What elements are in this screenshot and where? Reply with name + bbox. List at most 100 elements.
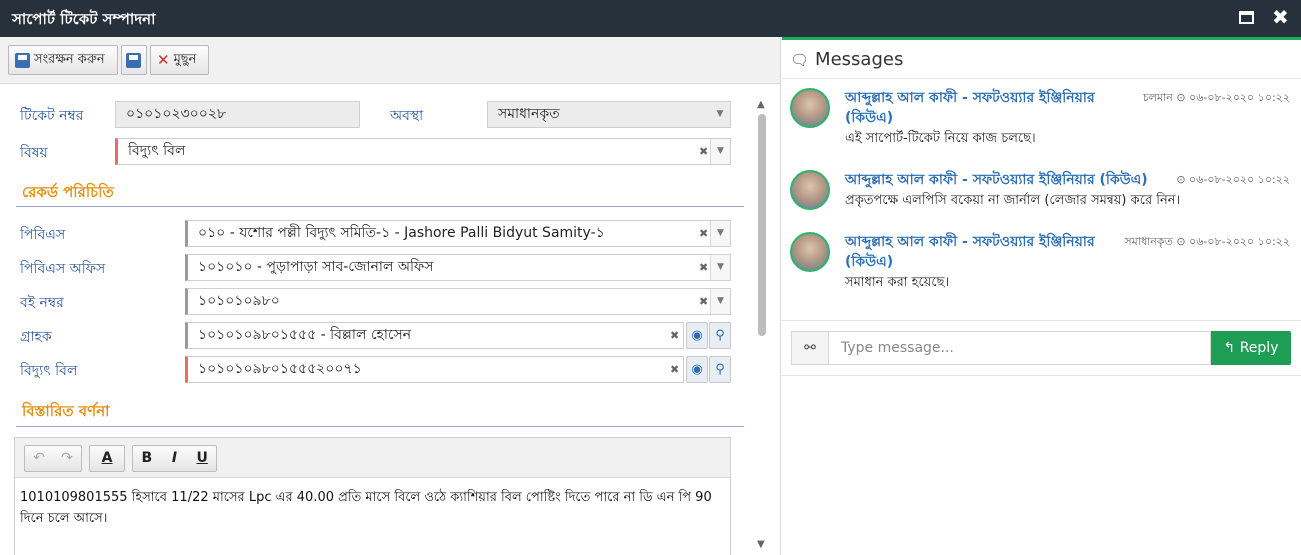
undo-icon[interactable]: ↶	[25, 446, 53, 471]
section-details: বিস্তারিত বর্ণনা	[22, 402, 110, 420]
message-text: প্রকৃতপক্ষে এলপিসি বকেয়া না জার্নাল (লে…	[845, 193, 1181, 208]
bill-value: ১০১০১০৯৮০১৫৫৫২০০৭১	[198, 361, 362, 377]
delete-button-label: মুছুন	[173, 51, 197, 67]
status-select[interactable]: সমাধানকৃত ▼	[487, 101, 731, 128]
undo-redo-group: ↶ ↷	[24, 445, 82, 472]
subject-select[interactable]: বিদ্যুৎ বিল ✖ ▼	[115, 138, 731, 165]
clear-icon[interactable]: ✖	[699, 221, 708, 246]
clear-icon[interactable]: ✖	[699, 139, 708, 164]
save-only-button[interactable]	[121, 45, 147, 75]
avatar	[790, 232, 830, 272]
scroll-up-icon[interactable]: ▲	[757, 99, 765, 110]
subject-value: বিদ্যুৎ বিল	[128, 143, 186, 159]
pbs-select[interactable]: ০১০ - যশোর পল্লী বিদ্যুৎ সমিতি-১ - Jasho…	[185, 220, 731, 247]
font-color-label: A	[101, 450, 113, 466]
delete-button[interactable]: ✕ মুছুন	[150, 45, 209, 75]
editor-content[interactable]: 1010109801555 হিসাবে 11/22 মাসের Lpc এর …	[15, 478, 730, 538]
clock-icon: ⊙	[1176, 173, 1186, 186]
pbs-label: পিবিএস	[20, 227, 66, 243]
clear-icon[interactable]: ✖	[699, 255, 708, 280]
chevron-down-icon[interactable]: ▼	[710, 221, 730, 246]
message-meta: চলমান ⊙ ০৬-০৮-২০২০ ১০:২২	[1143, 89, 1290, 108]
bill-label: বিদ্যুৎ বিল	[20, 363, 78, 379]
maximize-icon[interactable]	[1239, 11, 1254, 24]
divider	[782, 375, 1301, 376]
message-item: আব্দুল্লাহ আল কাফী - সফটওয়্যার ইঞ্জিনিয…	[790, 88, 1290, 148]
book-select[interactable]: ১০১০১০৯৮০ ✖ ▼	[185, 288, 731, 315]
bill-select[interactable]: ১০১০১০৯৮০১৫৫৫২০০৭১ ✖	[185, 356, 684, 383]
message-meta: সমাধানকৃত ⊙ ০৬-০৮-২০২০ ১০:২২	[1124, 233, 1290, 252]
divider	[782, 78, 1301, 79]
message-time: ০৬-০৮-২০২০ ১০:২২	[1189, 173, 1290, 186]
chevron-down-icon[interactable]: ▼	[710, 289, 730, 314]
customer-label: গ্রাহক	[20, 329, 52, 345]
chevron-down-icon: ▼	[716, 109, 724, 119]
message-text: সমাধান করা হয়েছে।	[845, 275, 950, 290]
bold-button[interactable]: B	[133, 446, 161, 471]
subject-label: বিষয়	[20, 145, 48, 161]
search-icon[interactable]: ⚲	[709, 322, 731, 349]
message-item: আব্দুল্লাহ আল কাফী - সফটওয়্যার ইঞ্জিনিয…	[790, 170, 1290, 220]
message-meta: ⊙ ০৬-০৮-২০২০ ১০:২২	[1176, 171, 1290, 190]
avatar	[790, 170, 830, 210]
reply-button-label: Reply	[1239, 340, 1279, 356]
save-icon	[15, 52, 30, 68]
scroll-down-icon[interactable]: ▼	[757, 539, 765, 550]
underline-button[interactable]: U	[188, 446, 216, 471]
description-editor[interactable]: ↶ ↷ A B I U 1010109801555 হিসাবে 11/22 ম…	[14, 437, 731, 555]
message-author[interactable]: আব্দুল্লাহ আল কাফী - সফটওয়্যার ইঞ্জিনিয…	[845, 88, 1105, 128]
chevron-down-icon[interactable]: ▼	[710, 139, 730, 164]
editor-toolbar: ↶ ↷ A B I U	[15, 438, 730, 478]
customer-select[interactable]: ১০১০১০৯৮০১৫৫৫ - বিল্লাল হোসেন ✖	[185, 322, 684, 349]
pbs-office-value: ১০১০১০ - পুড়াপাড়া সাব-জোনাল অফিস	[198, 259, 434, 275]
format-group: B I U	[132, 445, 217, 472]
pbs-office-label: পিবিএস অফিস	[20, 261, 106, 277]
book-label: বই নম্বর	[20, 295, 64, 311]
link-icon[interactable]: ⚯	[791, 331, 829, 365]
eye-icon[interactable]: ◉	[686, 322, 708, 349]
message-author[interactable]: আব্দুল্লাহ আল কাফী - সফটওয়্যার ইঞ্জিনিয…	[845, 170, 1165, 190]
clear-icon[interactable]: ✖	[670, 323, 679, 348]
delete-icon: ✕	[157, 51, 170, 69]
ticket-form-pane: সংরক্ষন করুন ✕ মুছুন টিকেট নম্বর ০১০১০২৩…	[0, 37, 781, 555]
chevron-down-icon[interactable]: ▼	[710, 255, 730, 280]
italic-button[interactable]: I	[161, 446, 189, 471]
reply-icon: ↰	[1223, 340, 1236, 356]
save-button[interactable]: সংরক্ষন করুন	[8, 45, 118, 75]
section-divider	[16, 426, 744, 427]
scroll-thumb[interactable]	[758, 114, 766, 336]
clear-icon[interactable]: ✖	[670, 357, 679, 382]
comments-icon: 🗨	[790, 51, 810, 69]
clear-icon[interactable]: ✖	[699, 289, 708, 314]
message-author[interactable]: আব্দুল্লাহ আল কাফী - সফটওয়্যার ইঞ্জিনিয…	[845, 232, 1105, 272]
message-composer: ⚯ Type message... ↰ Reply	[791, 331, 1293, 365]
window-titlebar: সাপোর্ট টিকেট সম্পাদনা ✖	[0, 0, 1301, 37]
save-icon	[126, 52, 141, 68]
message-input[interactable]: Type message...	[829, 331, 1211, 365]
status-label: অবস্থা	[390, 108, 424, 124]
status-value: সমাধানকৃত	[498, 106, 560, 122]
search-icon[interactable]: ⚲	[709, 356, 731, 383]
ticket-no-label: টিকেট নম্বর	[20, 108, 84, 124]
form-toolbar: সংরক্ষন করুন ✕ মুছুন	[0, 37, 780, 84]
messages-header: 🗨 Messages	[790, 49, 903, 70]
font-color-button[interactable]: A	[89, 445, 125, 472]
ticket-no-field: ০১০১০২৩০০২৮	[115, 101, 360, 128]
form-scrollbar[interactable]: ▲ ▼	[756, 84, 768, 555]
message-time: ০৬-০৮-২০২০ ১০:২২	[1189, 91, 1290, 104]
close-icon[interactable]: ✖	[1272, 6, 1289, 28]
section-record-info: রেকর্ড পরিচিতি	[22, 183, 114, 201]
eye-icon[interactable]: ◉	[686, 356, 708, 383]
clock-icon: ⊙	[1176, 235, 1186, 248]
save-button-label: সংরক্ষন করুন	[34, 51, 105, 67]
redo-icon[interactable]: ↷	[53, 446, 81, 471]
pbs-office-select[interactable]: ১০১০১০ - পুড়াপাড়া সাব-জোনাল অফিস ✖ ▼	[185, 254, 731, 281]
pbs-value: ০১০ - যশোর পল্লী বিদ্যুৎ সমিতি-১ - Jasho…	[198, 225, 605, 241]
message-status: সমাধানকৃত	[1124, 235, 1173, 248]
divider	[782, 320, 1301, 321]
section-divider	[16, 206, 744, 207]
ticket-form: টিকেট নম্বর ০১০১০২৩০০২৮ অবস্থা সমাধানকৃত…	[0, 84, 752, 555]
reply-button[interactable]: ↰ Reply	[1211, 331, 1291, 365]
window-title: সাপোর্ট টিকেট সম্পাদনা	[12, 10, 156, 28]
customer-value: ১০১০১০৯৮০১৫৫৫ - বিল্লাল হোসেন	[198, 327, 412, 343]
